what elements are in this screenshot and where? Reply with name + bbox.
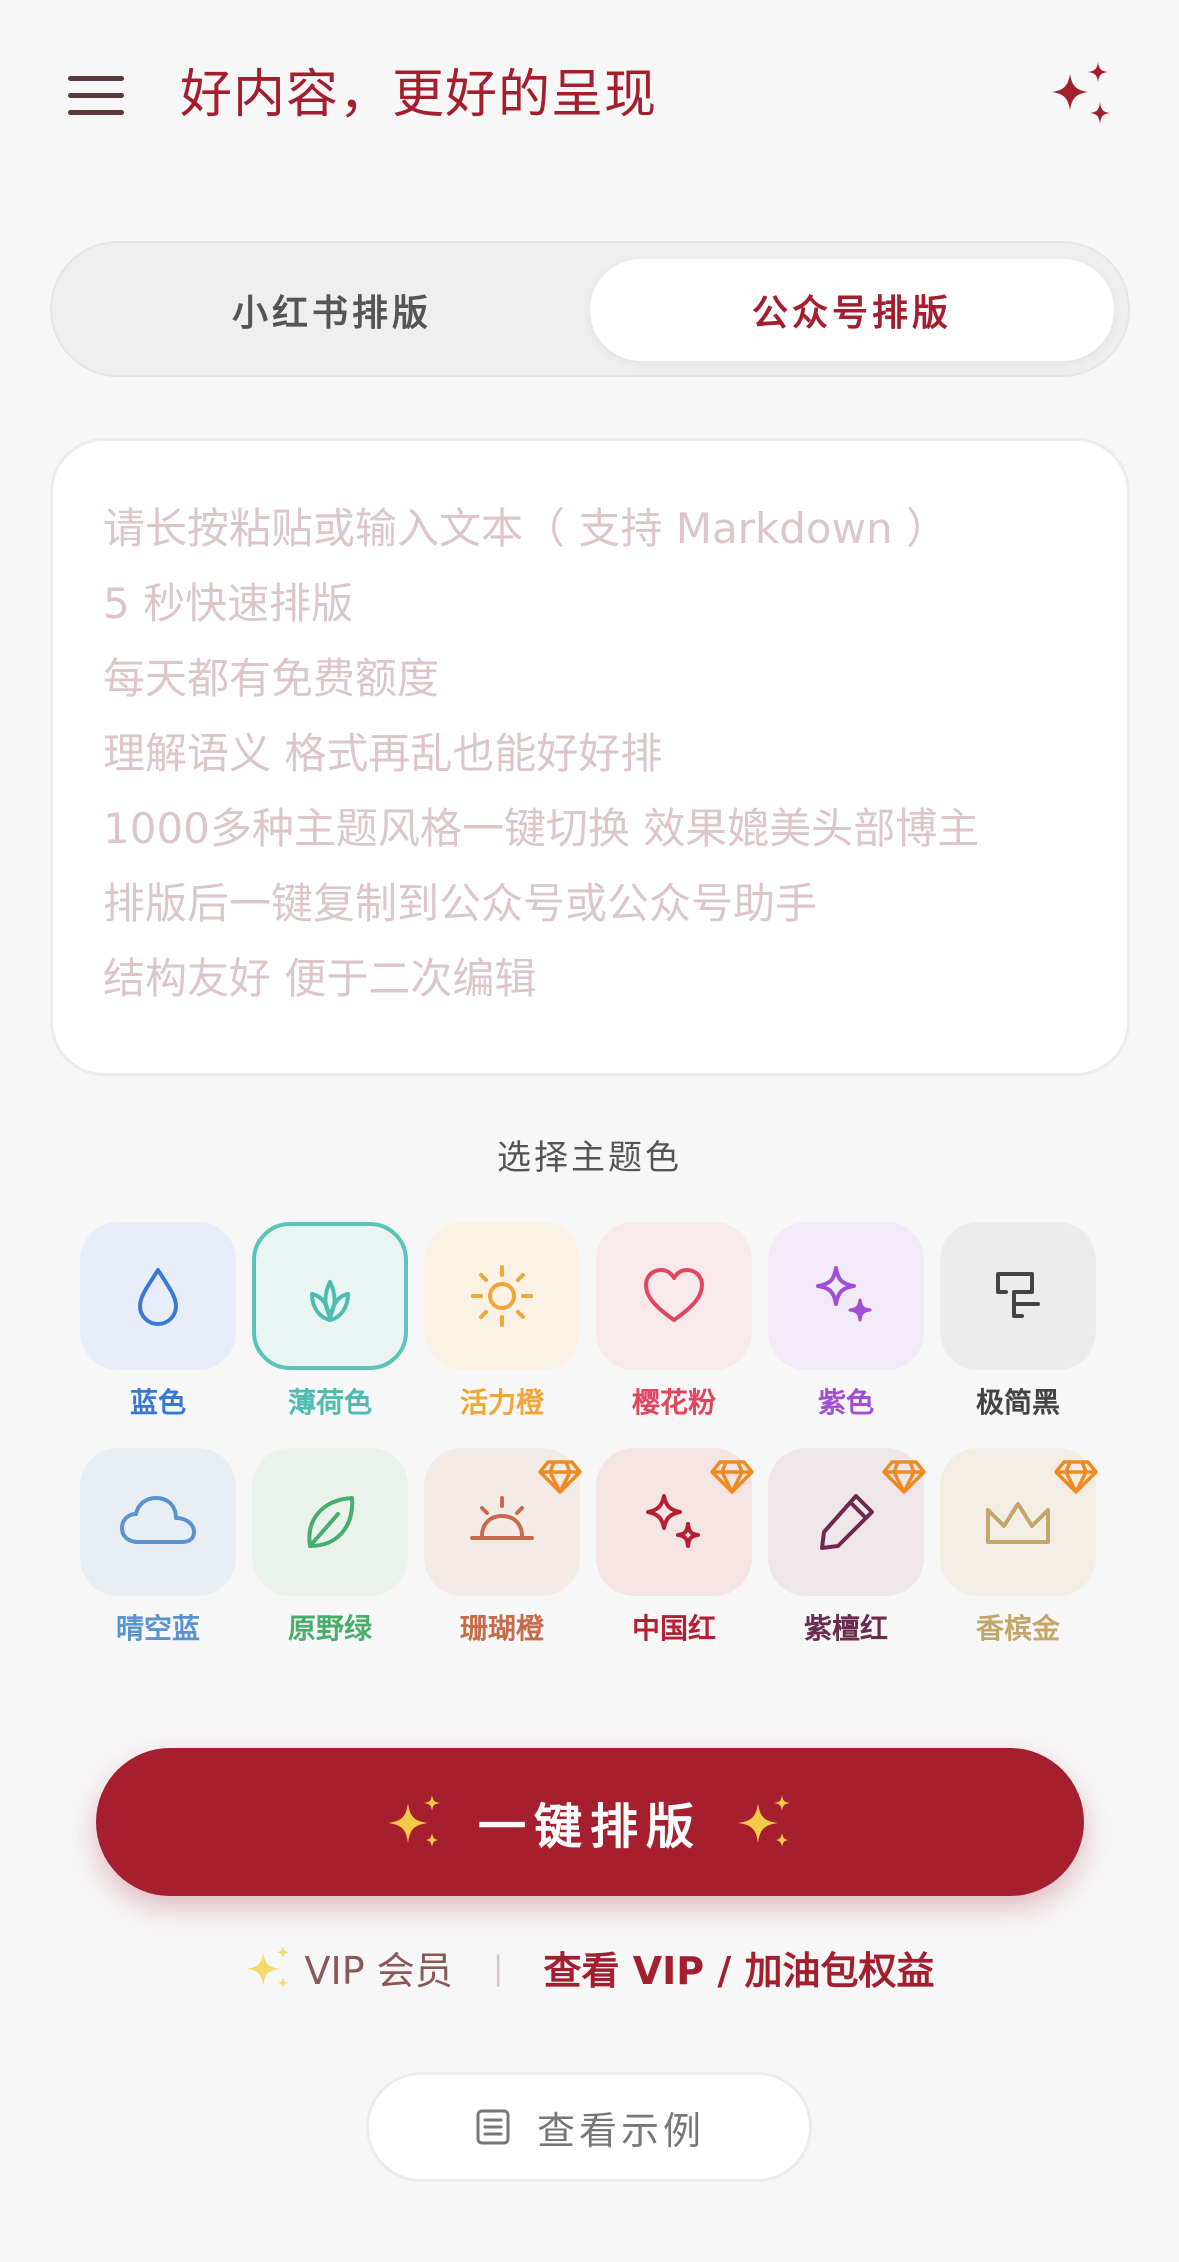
theme-tile [940,1448,1098,1596]
theme-tile [252,1448,408,1596]
view-example-button[interactable]: 查看示例 [366,2072,812,2182]
theme-champagne-gold[interactable]: 香槟金 [940,1448,1098,1648]
theme-coral-orange[interactable]: 珊瑚橙 [424,1448,582,1648]
theme-label: 薄荷色 [287,1386,372,1419]
vip-divider: | [492,1948,504,1987]
pen-icon [820,1494,874,1550]
sun-icon [471,1265,533,1327]
theme-tile [80,1448,236,1596]
vip-benefits-link[interactable]: 查看 VIP / 加油包权益 [544,1940,935,1995]
app-screen: 好内容，更好的呈现 小红书排版 公众号排版 请长按粘贴或输入文本（ 支持 Mar… [0,0,1179,2262]
theme-label: 蓝色 [129,1386,186,1419]
diamond-icon [1054,1460,1098,1494]
theme-tile [768,1222,924,1370]
theme-label: 晴空蓝 [115,1612,200,1645]
sparkle-stars-icon [646,1494,700,1548]
vip-row: VIP 会员 | 查看 VIP / 加油包权益 [0,1940,1179,1995]
theme-tile [424,1448,582,1596]
theme-purple[interactable]: 紫色 [768,1222,924,1422]
hamburger-menu-icon[interactable] [68,74,124,116]
placeholder-line: 排版后一键复制到公众号或公众号助手 [103,879,818,928]
theme-label: 中国红 [631,1612,716,1645]
placeholder-line: 1000多种主题风格一键切换 效果媲美头部博主 [103,804,980,853]
view-example-label: 查看示例 [536,2108,705,2153]
minimal-glyph-icon [996,1272,1040,1318]
primary-button-label: 一键排版 [477,1799,702,1855]
placeholder-line: 5 秒快速排版 [103,579,354,628]
water-drop-icon [138,1268,178,1326]
placeholder-line: 请长按粘贴或输入文本（ 支持 Markdown ） [103,504,948,553]
theme-tile-selected [252,1222,408,1370]
theme-section-title: 选择主题色 [497,1138,682,1178]
theme-label: 极简黑 [975,1386,1060,1419]
menu-bar [68,110,124,115]
diamond-icon [538,1460,582,1494]
crown-icon [986,1502,1050,1544]
theme-tile [596,1448,754,1596]
layout-mode-switch: 小红书排版 公众号排版 [50,241,1130,377]
placeholder-line: 结构友好 便于二次编辑 [103,954,537,1003]
content-input[interactable]: 请长按粘贴或输入文本（ 支持 Markdown ） 5 秒快速排版 每天都有免费… [50,438,1130,1076]
leaf-icon [307,1496,355,1548]
placeholder-line: 每天都有免费额度 [103,654,440,703]
theme-label: 香槟金 [975,1612,1060,1645]
vip-member-label: VIP 会员 [304,1949,453,1993]
one-click-format-button[interactable]: 一键排版 [96,1748,1084,1896]
tab-xiaohongshu[interactable]: 小红书排版 [70,259,594,361]
sunrise-icon [470,1496,534,1540]
theme-tile [424,1222,580,1370]
sparkles-icon[interactable] [1046,60,1118,132]
theme-sky-blue[interactable]: 晴空蓝 [80,1448,236,1648]
theme-label: 活力橙 [459,1386,544,1419]
diamond-icon [882,1460,926,1494]
theme-field-green[interactable]: 原野绿 [252,1448,408,1648]
theme-label: 樱花粉 [631,1386,716,1419]
theme-tile [596,1222,752,1370]
input-placeholder: 请长按粘贴或输入文本（ 支持 Markdown ） 5 秒快速排版 每天都有免费… [103,491,979,1016]
theme-tile [940,1222,1096,1370]
theme-label: 原野绿 [287,1612,372,1645]
menu-bar [68,93,124,98]
theme-mint[interactable]: 薄荷色 [252,1222,408,1422]
theme-label: 紫檀红 [803,1612,888,1645]
menu-bar [68,76,124,81]
sparkle-stars-icon [816,1266,872,1322]
document-list-icon [476,2109,510,2145]
theme-label: 紫色 [817,1386,874,1419]
page-title: 好内容，更好的呈现 [180,65,658,125]
sparkles-emoji-icon [387,1795,440,1847]
cloud-icon [120,1496,196,1544]
theme-china-red[interactable]: 中国红 [596,1448,754,1648]
theme-orange[interactable]: 活力橙 [424,1222,580,1422]
theme-sakura-pink[interactable]: 樱花粉 [596,1222,752,1422]
heart-icon [644,1268,704,1322]
sparkles-emoji-icon [738,1795,790,1847]
placeholder-line: 理解语义 格式再乱也能好好排 [103,729,663,778]
theme-label: 珊瑚橙 [459,1612,544,1645]
theme-blue[interactable]: 蓝色 [80,1222,236,1422]
sparkles-emoji-icon [246,1945,290,1989]
theme-tile [80,1222,236,1370]
theme-minimal-black[interactable]: 极简黑 [940,1222,1096,1422]
theme-rosewood-red[interactable]: 紫檀红 [768,1448,926,1648]
diamond-icon [710,1460,754,1494]
sprout-icon [310,1280,350,1322]
theme-tile [768,1448,926,1596]
tab-wechat-official[interactable]: 公众号排版 [590,259,1114,361]
